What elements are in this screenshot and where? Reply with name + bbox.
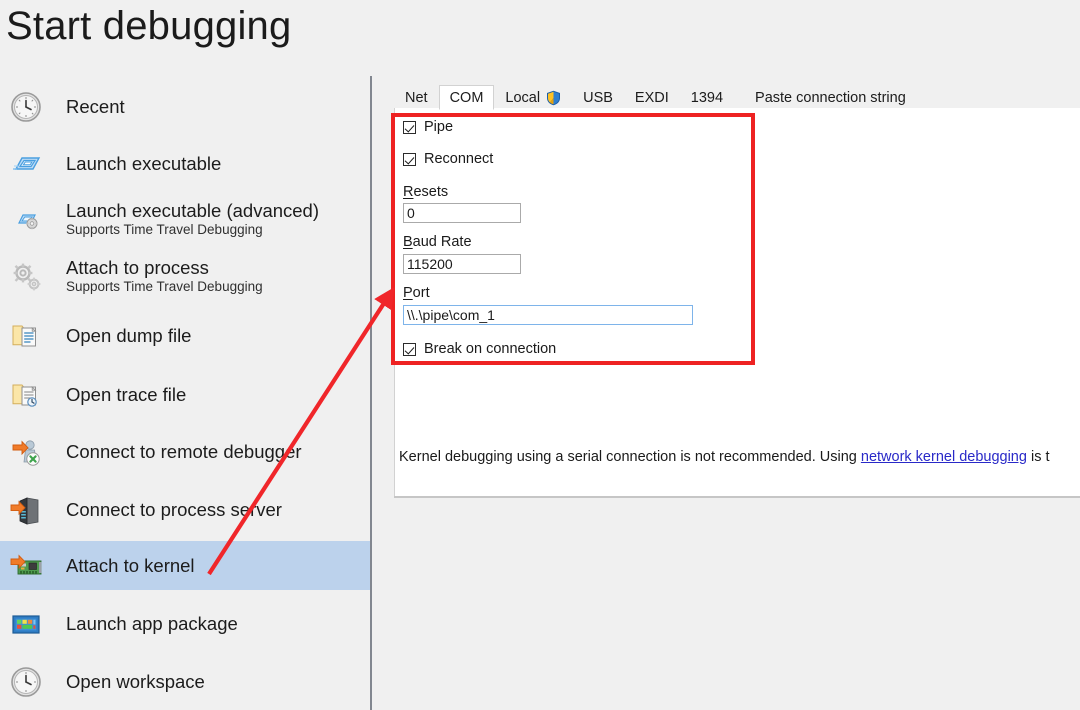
sidebar-item-label: Open dump file bbox=[66, 325, 192, 346]
gears-icon bbox=[9, 259, 43, 293]
sidebar-item-sublabel: Supports Time Travel Debugging bbox=[66, 278, 263, 294]
tab-net[interactable]: Net bbox=[394, 85, 439, 110]
sidebar: Recent Launch executable Launch executab… bbox=[0, 76, 372, 710]
tab-paste-connection-string[interactable]: Paste connection string bbox=[744, 85, 917, 110]
helper-text: Kernel debugging using a serial connecti… bbox=[399, 449, 1050, 465]
tab-exdi[interactable]: EXDI bbox=[624, 85, 680, 110]
break-on-connection-label: Break on connection bbox=[424, 341, 557, 357]
launch-executable-icon bbox=[9, 147, 43, 181]
network-kernel-debugging-link[interactable]: network kernel debugging bbox=[861, 449, 1027, 465]
connection-tabs: Net COM Local USB EXDI 1394 Paste connec… bbox=[394, 84, 917, 110]
resets-input[interactable] bbox=[403, 203, 521, 223]
sidebar-item-label: Launch executable bbox=[66, 153, 222, 174]
process-server-icon bbox=[9, 493, 43, 527]
folder-trace-icon bbox=[9, 378, 43, 412]
pipe-checkbox-row[interactable]: Pipe bbox=[403, 119, 453, 135]
tab-label: USB bbox=[583, 90, 613, 106]
sidebar-item-label: Attach to process bbox=[66, 256, 209, 278]
tab-label: Paste connection string bbox=[755, 90, 906, 106]
break-on-connection-checkbox[interactable] bbox=[403, 342, 416, 356]
tab-com[interactable]: COM bbox=[438, 85, 495, 110]
baud-rate-label: Baud Rate bbox=[403, 234, 472, 250]
clock-icon bbox=[9, 90, 43, 124]
tab-label: Net bbox=[405, 90, 428, 106]
sidebar-item-open-dump-file[interactable]: Open dump file bbox=[0, 311, 370, 360]
connection-panel bbox=[394, 108, 1080, 498]
resets-label: Resets bbox=[403, 184, 449, 200]
panel-bottom-edge bbox=[394, 496, 1080, 498]
sidebar-item-open-trace-file[interactable]: Open trace file bbox=[0, 370, 370, 419]
content-area: Net COM Local USB EXDI 1394 Paste connec… bbox=[380, 76, 1080, 710]
pipe-label: Pipe bbox=[424, 119, 454, 135]
port-input[interactable] bbox=[403, 305, 693, 325]
folder-dump-icon bbox=[9, 319, 43, 353]
sidebar-item-label: Launch app package bbox=[66, 613, 238, 634]
reconnect-checkbox[interactable] bbox=[403, 152, 416, 166]
sidebar-item-open-workspace[interactable]: Open workspace bbox=[0, 657, 370, 706]
sidebar-item-launch-app-package[interactable]: Launch app package bbox=[0, 599, 370, 648]
uac-shield-icon bbox=[546, 90, 561, 106]
sidebar-item-attach-to-kernel[interactable]: Attach to kernel bbox=[0, 541, 370, 590]
tab-label: Local bbox=[505, 90, 541, 106]
sidebar-item-label: Launch executable (advanced) bbox=[66, 199, 320, 221]
break-on-connection-checkbox-row[interactable]: Break on connection bbox=[403, 341, 556, 357]
kernel-card-icon bbox=[9, 549, 43, 583]
page-title: Start debugging bbox=[6, 4, 292, 48]
sidebar-item-launch-executable[interactable]: Launch executable bbox=[0, 139, 370, 188]
pipe-checkbox[interactable] bbox=[403, 120, 416, 134]
sidebar-item-label: Attach to kernel bbox=[66, 555, 195, 576]
sidebar-item-label: Connect to process server bbox=[66, 499, 282, 520]
tab-label: COM bbox=[449, 89, 484, 106]
baud-rate-input[interactable] bbox=[403, 254, 521, 274]
port-label: Port bbox=[403, 285, 430, 301]
sidebar-item-connect-process-server[interactable]: Connect to process server bbox=[0, 485, 370, 534]
sidebar-item-launch-executable-advanced[interactable]: Launch executable (advanced) Supports Ti… bbox=[0, 194, 370, 243]
reconnect-checkbox-row[interactable]: Reconnect bbox=[403, 151, 493, 167]
tab-label: EXDI bbox=[634, 90, 669, 106]
sidebar-item-attach-to-process[interactable]: Attach to process Supports Time Travel D… bbox=[0, 251, 370, 300]
tab-usb[interactable]: USB bbox=[572, 85, 624, 110]
sidebar-item-connect-remote-debugger[interactable]: Connect to remote debugger bbox=[0, 427, 370, 476]
clock-icon bbox=[9, 665, 43, 699]
sidebar-item-label: Connect to remote debugger bbox=[66, 441, 302, 462]
remote-debugger-icon bbox=[9, 435, 43, 469]
reconnect-label: Reconnect bbox=[424, 151, 494, 167]
sidebar-item-label: Recent bbox=[66, 96, 125, 117]
sidebar-item-label: Open trace file bbox=[66, 384, 187, 405]
tab-1394[interactable]: 1394 bbox=[680, 85, 734, 110]
helper-text-after: is t bbox=[1026, 449, 1050, 465]
sidebar-item-sublabel: Supports Time Travel Debugging bbox=[66, 221, 263, 237]
sidebar-item-recent[interactable]: Recent bbox=[0, 82, 370, 131]
helper-text-before: Kernel debugging using a serial connecti… bbox=[399, 449, 861, 465]
tab-local[interactable]: Local bbox=[494, 85, 572, 110]
launch-executable-advanced-icon bbox=[9, 202, 43, 236]
sidebar-item-label: Open workspace bbox=[66, 671, 205, 692]
app-package-icon bbox=[9, 607, 43, 641]
tab-label: 1394 bbox=[690, 90, 724, 106]
